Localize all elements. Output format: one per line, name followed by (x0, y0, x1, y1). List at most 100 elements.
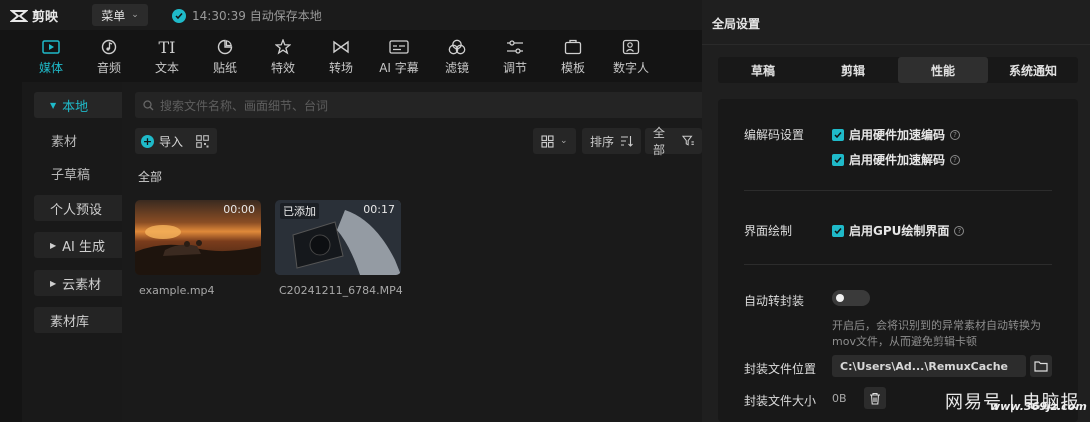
effects-icon (275, 38, 291, 56)
dialog-title: 全局设置 (712, 17, 761, 31)
import-label: 导入 (159, 134, 184, 149)
tab-draft[interactable]: 草稿 (718, 57, 808, 83)
tool-sticker[interactable]: 贴纸 (196, 34, 254, 78)
hw-encode-option[interactable]: 启用硬件加速编码 ? (832, 126, 961, 143)
tool-media[interactable]: 媒体 (22, 34, 80, 78)
trash-icon (870, 392, 880, 405)
sidebar-item-cloud[interactable]: ▶ 云素材 (34, 270, 131, 296)
view-mode-button[interactable]: ⌄ (533, 128, 576, 154)
triangle-right-icon: ▶ (50, 278, 57, 288)
sidebar-item-library[interactable]: 素材库 (34, 307, 131, 333)
tool-transition[interactable]: 转场 (312, 34, 370, 78)
filter-funnel-icon (681, 135, 694, 146)
card-duration: 00:17 (363, 203, 395, 216)
check-circle-icon (172, 8, 186, 23)
sidebar-item-label: 素材 (51, 134, 78, 150)
tool-transition-label: 转场 (328, 61, 353, 75)
sidebar-item-presets[interactable]: 个人预设 (34, 195, 131, 221)
gpu-render-label: 启用GPU绘制界面 (849, 224, 950, 238)
audio-icon (101, 38, 117, 56)
filter-label: 全部 (653, 126, 666, 157)
sort-label: 排序 (590, 134, 615, 149)
hw-encode-label: 启用硬件加速编码 (849, 128, 946, 142)
sidebar-item-label: 云素材 (62, 277, 102, 293)
tool-template[interactable]: 模板 (544, 34, 602, 78)
tool-filter-label: 滤镜 (444, 61, 469, 75)
tool-effects[interactable]: 特效 (254, 34, 312, 78)
tab-notifications[interactable]: 系统通知 (988, 57, 1078, 83)
sidebar-item-ai-generate[interactable]: ▶ AI 生成 (34, 232, 131, 258)
tool-adjust[interactable]: 调节 (486, 34, 544, 78)
tool-effects-label: 特效 (270, 61, 295, 75)
template-icon (564, 38, 582, 56)
plus-icon: + (141, 134, 154, 148)
divider (744, 190, 1052, 191)
sidebar-item-label: AI 生成 (62, 239, 106, 255)
help-icon[interactable]: ? (954, 225, 965, 236)
menu-button[interactable]: 菜单 ⌄ (92, 4, 148, 26)
media-card[interactable]: 已添加 00:17 (275, 200, 401, 275)
hw-decode-label: 启用硬件加速解码 (849, 153, 946, 167)
browse-folder-button[interactable] (1030, 355, 1052, 377)
gpu-render-option[interactable]: 启用GPU绘制界面 ? (832, 222, 965, 239)
media-card[interactable]: 00:00 (135, 200, 261, 275)
settings-tabs: 草稿 剪辑 性能 系统通知 (718, 57, 1078, 83)
help-icon[interactable]: ? (950, 154, 961, 165)
remux-label: 自动转封装 (744, 294, 805, 308)
app-logo: 剪映 (10, 6, 58, 25)
transition-icon (332, 38, 350, 56)
remux-path-field[interactable]: C:\Users\Ad...\RemuxCache (832, 355, 1026, 377)
digital-human-icon (622, 38, 640, 56)
performance-settings: 编解码设置 启用硬件加速编码 ? 启用硬件加速解码 ? 界面绘制 启用GPU绘制… (718, 99, 1078, 422)
card-filename: C20241211_6784.MP4 (279, 284, 403, 297)
chevron-down-icon: ⌄ (560, 136, 568, 146)
tool-filter[interactable]: 滤镜 (428, 34, 486, 78)
media-sidebar: ▼ 本地 素材 子草稿 个人预设 ▶ AI 生成 ▶ 云素材 素材库 (22, 82, 131, 422)
folder-icon (1034, 361, 1048, 372)
sidebar-item-material[interactable]: 素材 (34, 127, 131, 153)
section-label: 全部 (138, 170, 163, 184)
tool-audio-label: 音频 (96, 61, 121, 75)
tab-edit[interactable]: 剪辑 (808, 57, 898, 83)
tool-digital-human-label: 数字人 (612, 61, 649, 75)
triangle-down-icon: ▼ (50, 100, 57, 110)
checkbox-checked-icon[interactable] (832, 224, 844, 237)
import-button[interactable]: + 导入 (135, 128, 217, 154)
tool-template-label: 模板 (560, 61, 585, 75)
sidebar-item-label: 本地 (62, 99, 89, 115)
sidebar-item-subdraft[interactable]: 子草稿 (34, 160, 131, 186)
search-placeholder: 搜索文件名称、画面细节、台词 (160, 98, 329, 113)
adjust-icon (506, 38, 524, 56)
sidebar-item-label: 素材库 (50, 314, 90, 330)
tool-sticker-label: 贴纸 (212, 61, 237, 75)
save-status-text: 14:30:39 自动保存本地 (192, 9, 322, 23)
checkbox-checked-icon[interactable] (832, 153, 844, 166)
divider (744, 264, 1052, 265)
tool-text[interactable]: TI 文本 (138, 34, 196, 78)
help-icon[interactable]: ? (950, 129, 961, 140)
tool-digital-human[interactable]: 数字人 (602, 34, 660, 78)
filter-button[interactable]: 全部 (645, 126, 702, 157)
render-label: 界面绘制 (744, 224, 793, 238)
search-icon (143, 99, 154, 110)
sort-icon (621, 136, 633, 147)
remux-location-label: 封装文件位置 (744, 362, 817, 376)
remux-description: 开启后，会将识别到的异常素材自动转换为mov文件，从而避免剪辑卡顿 (832, 319, 1041, 348)
tool-adjust-label: 调节 (502, 61, 527, 75)
added-badge: 已添加 (280, 203, 319, 219)
tool-audio[interactable]: 音频 (80, 34, 138, 78)
tool-ai-subtitle[interactable]: AI 字幕 (370, 34, 428, 78)
search-input[interactable]: 搜索文件名称、画面细节、台词 (135, 92, 705, 118)
remux-toggle[interactable] (832, 290, 870, 306)
clear-cache-button[interactable] (864, 387, 886, 409)
hw-decode-option[interactable]: 启用硬件加速解码 ? (832, 151, 961, 168)
tool-ai-subtitle-label: AI 字幕 (379, 61, 419, 75)
checkbox-checked-icon[interactable] (832, 128, 844, 141)
chevron-down-icon: ⌄ (131, 10, 139, 20)
menu-label: 菜单 (101, 8, 126, 23)
tab-label: 性能 (930, 63, 955, 78)
sidebar-item-label: 子草稿 (51, 167, 91, 183)
sort-button[interactable]: 排序 (582, 128, 642, 154)
sidebar-item-local[interactable]: ▼ 本地 (34, 92, 131, 118)
tab-performance[interactable]: 性能 (898, 57, 988, 83)
